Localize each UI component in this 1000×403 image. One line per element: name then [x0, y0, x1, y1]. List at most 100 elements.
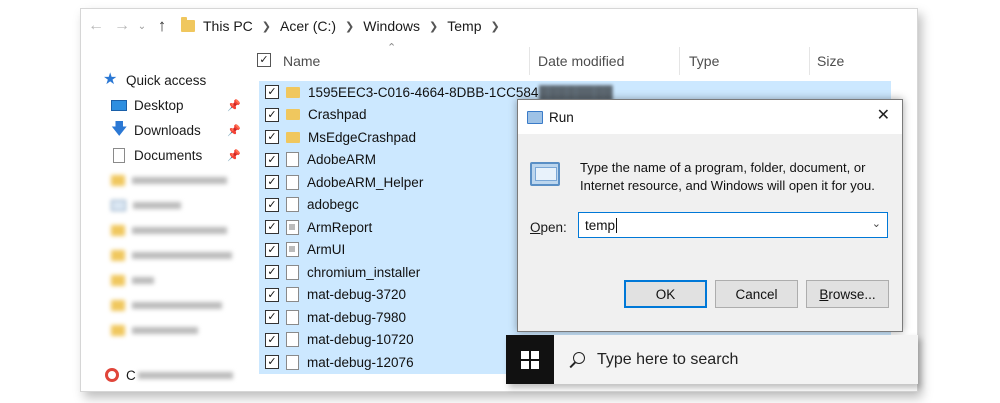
- breadcrumb-item[interactable]: Windows: [363, 18, 420, 34]
- row-checkbox[interactable]: ✓: [265, 242, 279, 257]
- redacted-label: [132, 301, 222, 309]
- browse-accelerator: B: [819, 286, 829, 302]
- sidebar-item-quick-access[interactable]: ★ Quick access: [103, 69, 206, 91]
- recent-locations-chevron-icon[interactable]: ⌄: [135, 13, 149, 39]
- sidebar-item-label: Quick access: [126, 72, 207, 88]
- sidebar-item-blurred[interactable]: [111, 269, 154, 291]
- row-checkbox[interactable]: ✓: [265, 130, 279, 145]
- column-header-type[interactable]: Type: [689, 53, 719, 69]
- documents-icon: [113, 147, 125, 163]
- sidebar-item-label: Desktop: [134, 97, 184, 113]
- forward-arrow-icon[interactable]: →: [109, 13, 135, 39]
- folder-icon: [111, 324, 125, 336]
- row-checkbox[interactable]: ✓: [265, 287, 279, 302]
- file-icon: [286, 354, 299, 370]
- windows-logo-icon: [521, 350, 539, 369]
- file-icon: [286, 197, 299, 213]
- file-name: Crashpad: [308, 107, 367, 123]
- column-divider[interactable]: [809, 47, 810, 75]
- column-header-date-modified[interactable]: Date modified: [538, 53, 624, 69]
- pin-icon: 📌: [227, 149, 241, 162]
- row-checkbox[interactable]: ✓: [265, 265, 279, 280]
- folder-icon: [111, 299, 125, 311]
- run-dialog-footer: OK Cancel Browse...: [518, 265, 902, 331]
- application-icon: [286, 219, 299, 235]
- back-arrow-icon[interactable]: ←: [83, 13, 109, 39]
- column-header-size[interactable]: Size: [817, 53, 844, 69]
- file-name: mat-debug-3720: [307, 287, 407, 303]
- row-checkbox[interactable]: ✓: [265, 197, 279, 212]
- sidebar-item-blurred[interactable]: [111, 294, 222, 316]
- redacted-label: [132, 326, 198, 334]
- file-icon: [286, 264, 299, 280]
- folder-icon: [286, 109, 300, 121]
- search-icon: [569, 351, 585, 368]
- row-checkbox[interactable]: ✓: [265, 355, 279, 370]
- row-checkbox[interactable]: ✓: [265, 152, 279, 167]
- breadcrumb-item[interactable]: Temp: [447, 18, 481, 34]
- file-name: chromium_installer: [307, 264, 421, 280]
- file-name: ArmUI: [307, 242, 346, 258]
- sidebar-item-blurred[interactable]: [111, 194, 181, 216]
- run-command-value[interactable]: temp: [585, 218, 615, 233]
- breadcrumb-chevron-icon[interactable]: ❯: [262, 20, 271, 33]
- file-name: AdobeARM_Helper: [307, 174, 424, 190]
- row-checkbox[interactable]: ✓: [265, 85, 279, 100]
- sidebar-item-blurred[interactable]: [111, 169, 227, 191]
- redacted-label: [132, 251, 232, 259]
- column-header-name[interactable]: Name: [283, 53, 320, 69]
- row-checkbox[interactable]: ✓: [265, 107, 279, 122]
- sidebar-item-blurred[interactable]: [111, 219, 227, 241]
- redacted-label: [132, 276, 154, 284]
- column-divider[interactable]: [679, 47, 680, 75]
- file-icon: [286, 332, 299, 348]
- cancel-button[interactable]: Cancel: [715, 280, 798, 308]
- pictures-icon: [111, 199, 126, 211]
- redacted-label: [133, 201, 181, 209]
- sidebar-item-downloads[interactable]: 🡇 Downloads 📌: [111, 119, 245, 141]
- file-name: 1595EEC3-C016-4664-8DBB-1CC584: [308, 84, 539, 100]
- row-checkbox[interactable]: ✓: [265, 310, 279, 325]
- breadcrumb-chevron-icon[interactable]: ❯: [345, 20, 354, 33]
- row-checkbox[interactable]: ✓: [265, 332, 279, 347]
- run-command-input[interactable]: temp ⌄: [578, 212, 888, 238]
- breadcrumb-chevron-icon[interactable]: ❯: [429, 20, 438, 33]
- folder-icon: [286, 86, 300, 98]
- folder-icon: [111, 249, 125, 261]
- sidebar-item-label: C: [126, 367, 136, 383]
- redacted-label: [132, 226, 227, 234]
- sidebar-item-blurred[interactable]: [111, 244, 232, 266]
- sidebar-item-documents[interactable]: Documents 📌: [111, 144, 245, 166]
- breadcrumb-item[interactable]: This PC: [203, 18, 253, 34]
- row-checkbox[interactable]: ✓: [265, 175, 279, 190]
- run-dialog-titlebar[interactable]: Run ✕: [518, 100, 902, 134]
- sidebar-item-blurred[interactable]: [111, 319, 198, 341]
- file-icon: [286, 287, 299, 303]
- file-icon: [286, 152, 299, 168]
- select-all-checkbox[interactable]: ✓: [257, 53, 271, 67]
- sidebar-item-desktop[interactable]: Desktop 📌: [111, 94, 245, 116]
- file-name: MsEdgeCrashpad: [308, 129, 417, 145]
- file-name: mat-debug-12076: [307, 354, 414, 370]
- start-button[interactable]: [506, 335, 554, 384]
- address-bar: ← → ⌄ ↑ This PC ❯ Acer (C:) ❯ Windows ❯ …: [81, 9, 917, 43]
- sidebar-item-creative-cloud[interactable]: C: [105, 364, 233, 386]
- taskbar-search-box[interactable]: Type here to search: [554, 335, 918, 384]
- open-label-accelerator: O: [530, 220, 541, 235]
- sort-ascending-icon: ⌃: [387, 42, 397, 54]
- browse-label-rest: rowse...: [828, 286, 876, 302]
- file-icon: [286, 174, 299, 190]
- run-description: Type the name of a program, folder, docu…: [580, 160, 875, 193]
- close-icon[interactable]: ✕: [877, 108, 890, 124]
- redacted-label: [132, 176, 227, 184]
- row-checkbox[interactable]: ✓: [265, 220, 279, 235]
- breadcrumb-item[interactable]: Acer (C:): [280, 18, 336, 34]
- breadcrumb[interactable]: This PC ❯ Acer (C:) ❯ Windows ❯ Temp ❯: [181, 13, 509, 39]
- run-dialog: Run ✕ Type the name of a program, folder…: [517, 99, 903, 332]
- ok-button[interactable]: OK: [624, 280, 707, 308]
- column-divider[interactable]: [529, 47, 530, 75]
- up-arrow-icon[interactable]: ↑: [149, 13, 175, 39]
- breadcrumb-chevron-icon[interactable]: ❯: [490, 20, 499, 33]
- chevron-down-icon[interactable]: ⌄: [872, 217, 881, 230]
- browse-button[interactable]: Browse...: [806, 280, 889, 308]
